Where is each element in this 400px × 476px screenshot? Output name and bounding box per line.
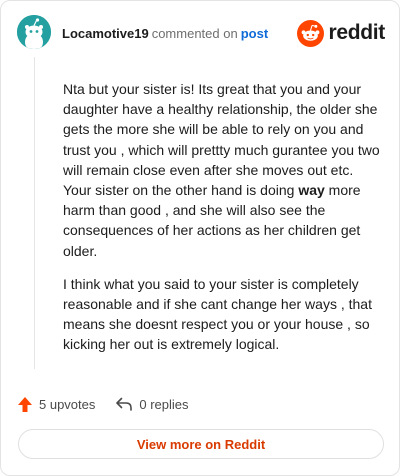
- reddit-logo[interactable]: reddit: [297, 19, 385, 47]
- comment-byline: Locamotive19 commented on post: [62, 26, 268, 42]
- comment-emphasis: way: [298, 182, 325, 199]
- upvote-action[interactable]: 5 upvotes: [17, 396, 95, 413]
- view-more-button[interactable]: View more on Reddit: [18, 429, 384, 459]
- comment-body: Nta but your sister is! Its great that y…: [63, 79, 385, 368]
- upvote-count: 5 upvotes: [39, 396, 96, 412]
- reply-count: 0 replies: [139, 396, 189, 412]
- reddit-logo-icon: [297, 19, 325, 47]
- comment-header: Locamotive19 commented on post reddit: [17, 15, 385, 51]
- reply-arrow-icon: [116, 397, 133, 411]
- comment-actions: 5 upvotes 0 replies: [17, 394, 189, 414]
- snoo-avatar-icon[interactable]: [17, 15, 51, 49]
- comment-text: Nta but your sister is! Its great that y…: [63, 81, 380, 199]
- reddit-wordmark: reddit: [328, 21, 385, 44]
- reply-action[interactable]: 0 replies: [115, 396, 189, 412]
- comment-embed-card: Locamotive19 commented on post reddit Nta …: [0, 0, 400, 476]
- thread-line: [34, 57, 35, 369]
- comment-paragraph: Nta but your sister is! Its great that y…: [63, 79, 385, 261]
- upvote-arrow-icon: [18, 396, 32, 412]
- username-link[interactable]: Locamotive19: [62, 26, 149, 41]
- comment-paragraph: I think what you said to your sister is …: [63, 275, 372, 353]
- post-link[interactable]: post: [241, 26, 268, 41]
- commented-on-label: commented on: [151, 26, 238, 41]
